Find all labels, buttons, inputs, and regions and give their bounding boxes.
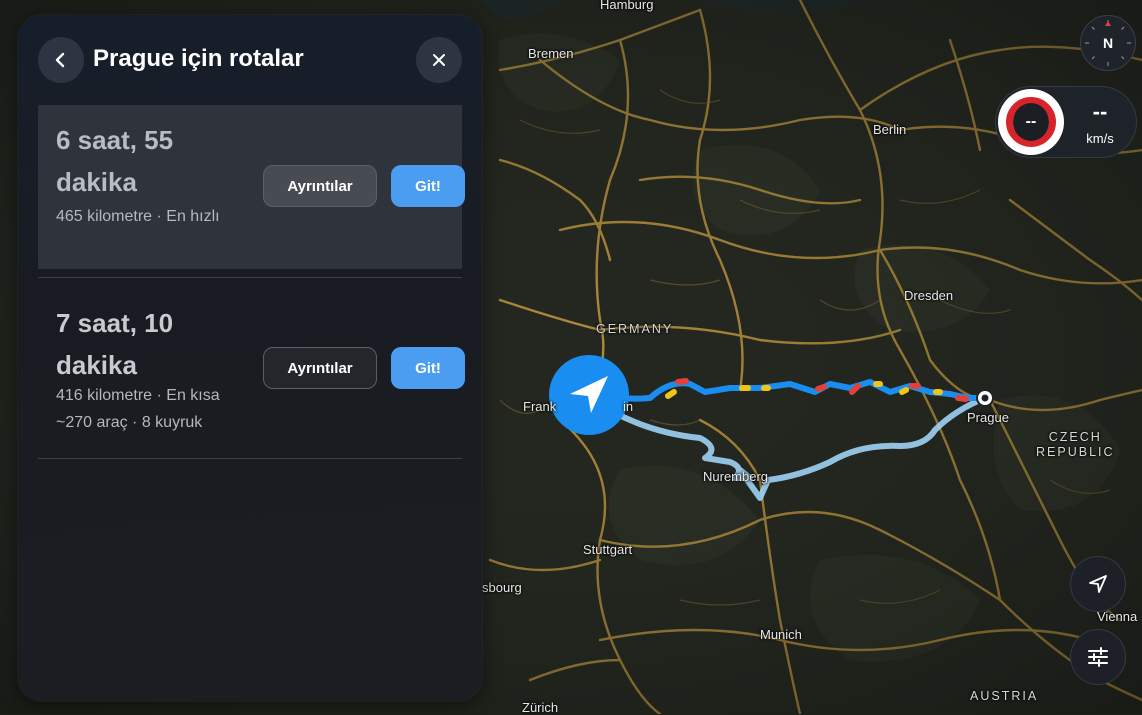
map-label-strasbourg: sbourg [482, 580, 522, 595]
map-label-czech-line1: CZECH [1048, 430, 1102, 444]
map-label-stuttgart: Stuttgart [583, 542, 633, 557]
map-label-berlin: Berlin [873, 122, 907, 137]
compass-label: N [1103, 35, 1113, 51]
route-option-fastest[interactable]: 6 saat, 55 dakika 465 kilometre · En hız… [38, 105, 465, 269]
speed-widget: -- -- km/s [996, 87, 1136, 157]
go-button[interactable]: Git! [391, 347, 465, 389]
destination-marker[interactable] [976, 389, 994, 407]
details-button[interactable]: Ayrıntılar [263, 165, 377, 207]
compass-icon: N [1085, 20, 1131, 66]
close-button[interactable] [416, 37, 462, 83]
map-label-hamburg: Hamburg [600, 0, 654, 12]
map-label-austria: AUSTRIA [970, 689, 1039, 703]
map-label-czech-republic: CZECH REPUBLIC [1036, 430, 1115, 460]
back-button[interactable] [38, 37, 84, 83]
map-label-dresden: Dresden [904, 288, 954, 303]
panel-header: Prague için rotalar [38, 37, 462, 83]
route-distance: 416 kilometre · En kısa [56, 387, 220, 404]
route-duration: 7 saat, 10 dakika [56, 308, 174, 380]
map-label-germany: GERMANY [596, 322, 674, 336]
map-label-zurich: Zürich [522, 700, 559, 715]
panel-title: Prague için rotalar [93, 45, 304, 72]
route-duration: 6 saat, 55 dakika [56, 125, 174, 197]
speed-limit-sign: -- [998, 89, 1064, 155]
map-label-frankfurt-suffix: in [623, 399, 634, 414]
current-position-marker [549, 355, 629, 435]
compass-button[interactable]: N [1080, 15, 1136, 71]
map-label-nuremberg: Nuremberg [703, 469, 769, 484]
speed-unit: km/s [1086, 131, 1114, 146]
map-label-munich: Munich [760, 627, 802, 642]
navigation-arrow-icon [1089, 575, 1107, 593]
routes-panel: Prague için rotalar 6 saat, 55 dakika 46… [18, 15, 482, 701]
settings-button[interactable] [1071, 630, 1125, 684]
map-label-czech-line2: REPUBLIC [1036, 445, 1115, 459]
map-label-frankfurt-prefix: Frank [523, 399, 557, 414]
close-icon [433, 54, 445, 66]
sliders-icon [1088, 647, 1108, 667]
chevron-left-icon [55, 52, 65, 68]
details-button[interactable]: Ayrıntılar [263, 347, 377, 389]
recenter-button[interactable] [1071, 557, 1125, 611]
route-details-text: 416 kilometre · En kısa ~270 araç · 8 ku… [56, 382, 231, 436]
divider [38, 458, 462, 459]
speed-limit-value: -- [1013, 103, 1049, 141]
route-traffic: ~270 araç · 8 kuyruk [56, 414, 203, 431]
map-label-prague: Prague [967, 410, 1009, 425]
current-speed-value: -- [1092, 99, 1108, 124]
route-option-shortest[interactable]: 7 saat, 10 dakika 416 kilometre · En kıs… [38, 277, 465, 459]
go-button[interactable]: Git! [391, 165, 465, 207]
route-distance: 465 kilometre · En hızlı [56, 208, 220, 225]
map-label-bremen: Bremen [528, 46, 574, 61]
map-label-vienna: Vienna [1097, 609, 1138, 624]
